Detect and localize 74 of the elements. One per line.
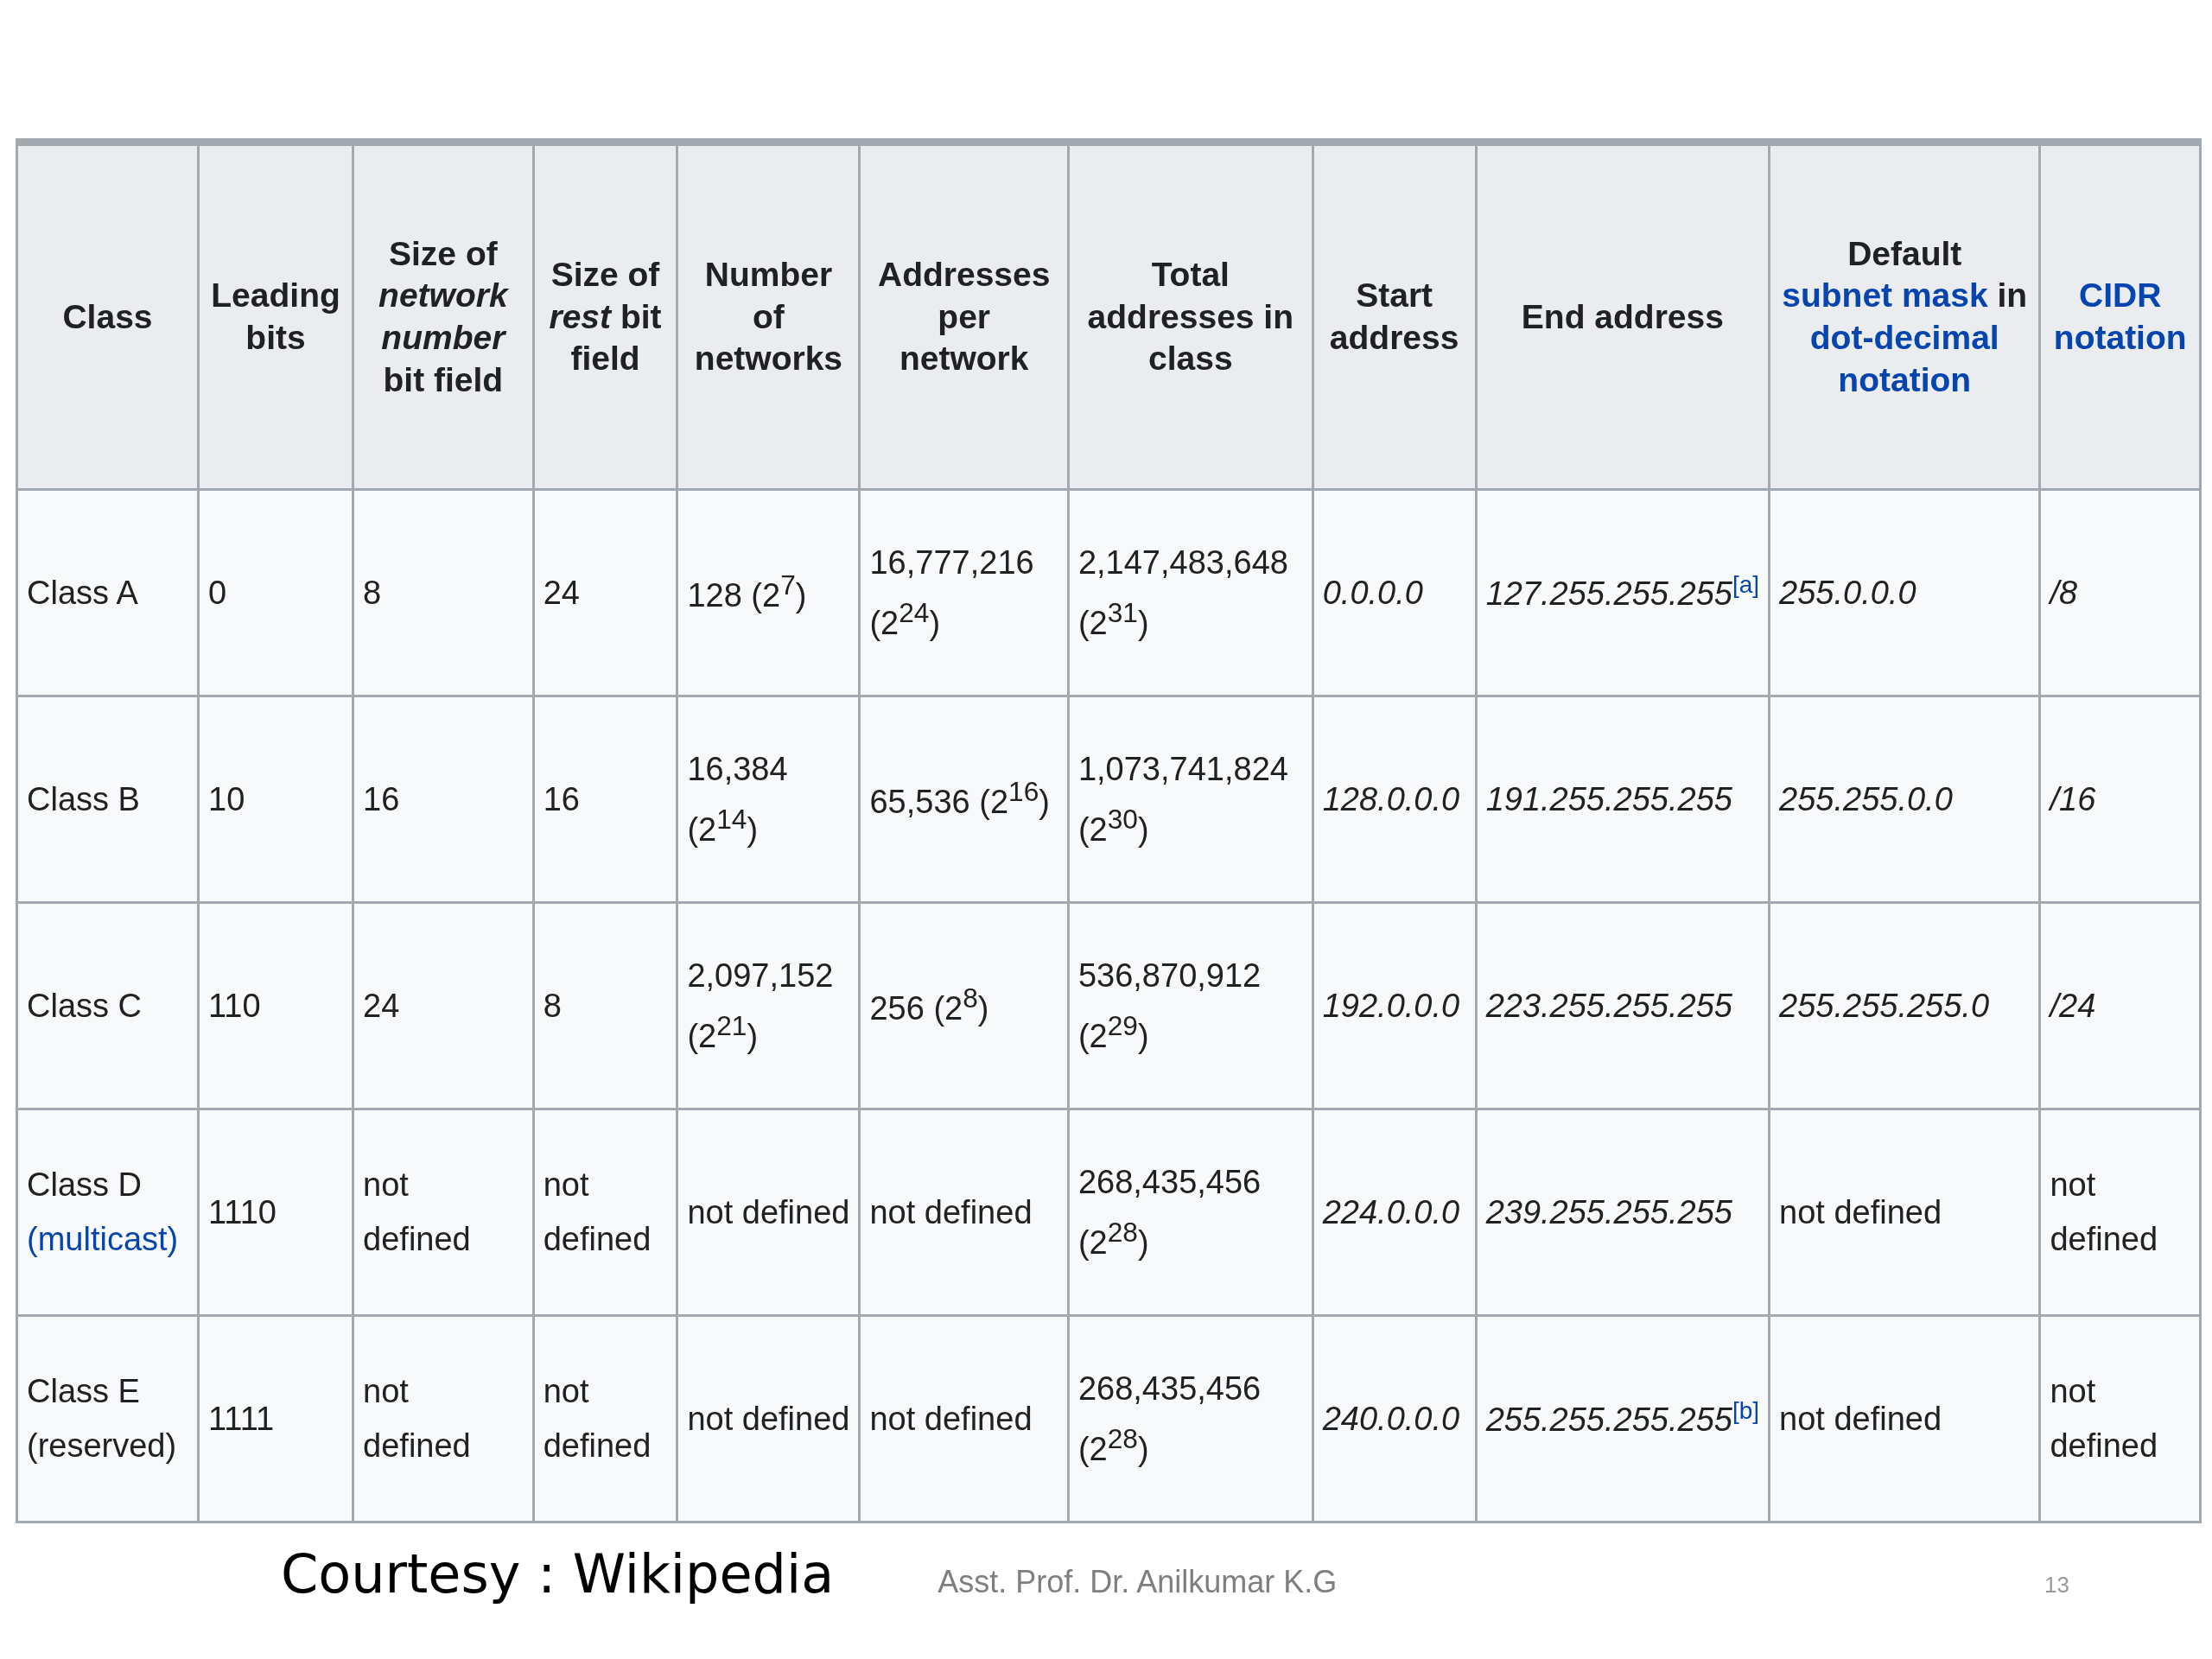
table-cell: Class A (16, 489, 199, 696)
table-cell: 255.255.255.0 (1769, 902, 2040, 1109)
table-cell: not defined (859, 1315, 1069, 1522)
table-cell: 268,435,456 (2$^{28}$) (1068, 1109, 1313, 1316)
table-cell: 255.255.255.255$^{[b]}$ (1476, 1315, 1770, 1522)
link[interactable]: CIDR notation (2050, 275, 2190, 359)
table-cell: 268,435,456 (2$^{28}$) (1068, 1315, 1313, 1522)
table-cell: /16 (2039, 696, 2201, 903)
table-cell: 239.255.255.255 (1476, 1109, 1770, 1316)
table-cell: Class D (multicast) (16, 1109, 199, 1316)
column-header: Leading bits (198, 144, 353, 490)
footnote-link[interactable]: [b] (1732, 1396, 1760, 1424)
link[interactable]: subnet mask (1782, 275, 1988, 317)
table-cell: 255.255.0.0 (1769, 696, 2040, 903)
author-text: Asst. Prof. Dr. Anilkumar K.G (938, 1564, 1338, 1600)
table-cell: 8 (353, 489, 534, 696)
page-number: 13 (2044, 1572, 2069, 1599)
table-cell: 256 (2$^{8}$) (859, 902, 1069, 1109)
courtesy-text: Courtesy : Wikipedia (281, 1542, 835, 1605)
table-cell: not defined (533, 1315, 677, 1522)
table-cell: 223.255.255.255 (1476, 902, 1770, 1109)
table-cell: not defined (353, 1109, 534, 1316)
table-cell: 16,777,216 (2$^{24}$) (859, 489, 1069, 696)
table-cell: 16,384 (2$^{14}$) (677, 696, 860, 903)
table-cell: 65,536 (2$^{16}$) (859, 696, 1069, 903)
column-header: Start address (1313, 144, 1477, 490)
table-cell: not defined (2039, 1109, 2201, 1316)
table-cell: 255.0.0.0 (1769, 489, 2040, 696)
table-cell: 192.0.0.0 (1313, 902, 1477, 1109)
column-header: Default subnet mask in dot-decimal notation (1769, 144, 2040, 490)
table-cell: 16 (533, 696, 677, 903)
table-cell: Class E (reserved) (16, 1315, 199, 1522)
table-cell: /24 (2039, 902, 2201, 1109)
table-cell: not defined (677, 1109, 860, 1316)
table-cell: 128 (2$^{7}$) (677, 489, 860, 696)
column-header: Number of networks (677, 144, 860, 490)
table-cell: not defined (1769, 1109, 2040, 1316)
table-cell: 1110 (198, 1109, 353, 1316)
table-cell: 0.0.0.0 (1313, 489, 1477, 696)
table-cell: 2,147,483,648 (2$^{31}$) (1068, 489, 1313, 696)
column-header: Total addresses in class (1068, 144, 1313, 490)
footnote-link[interactable]: [a] (1732, 570, 1760, 598)
table-cell: not defined (353, 1315, 534, 1522)
table-cell: not defined (677, 1315, 860, 1522)
table-cell: not defined (1769, 1315, 2040, 1522)
link[interactable]: (multicast) (27, 1221, 179, 1257)
table-cell: 191.255.255.255 (1476, 696, 1770, 903)
table-cell: 24 (353, 902, 534, 1109)
table-cell: 110 (198, 902, 353, 1109)
column-header: End address (1476, 144, 1770, 490)
table-cell: 0 (198, 489, 353, 696)
table-cell: 240.0.0.0 (1313, 1315, 1477, 1522)
table-cell: 2,097,152 (2$^{21}$) (677, 902, 860, 1109)
table-cell: 8 (533, 902, 677, 1109)
table-cell: 224.0.0.0 (1313, 1109, 1477, 1316)
table-cell: 16 (353, 696, 534, 903)
table-cell: 127.255.255.255$^{[a]}$ (1476, 489, 1770, 696)
table-cell: 128.0.0.0 (1313, 696, 1477, 903)
link[interactable]: dot-decimal notation (1779, 317, 2031, 402)
table-cell: 1,073,741,824 (2$^{30}$) (1068, 696, 1313, 903)
column-header: Class (16, 144, 199, 490)
table-cell: 24 (533, 489, 677, 696)
table-cell: 10 (198, 696, 353, 903)
table-cell: 1111 (198, 1315, 353, 1522)
table-cell: Class C (16, 902, 199, 1109)
table-cell: not defined (2039, 1315, 2201, 1522)
column-header: Size of rest bit field (533, 144, 677, 490)
table-cell: /8 (2039, 489, 2201, 696)
column-header: Size of network number bit field (353, 144, 534, 490)
table-cell: 536,870,912 (2$^{29}$) (1068, 902, 1313, 1109)
table-cell: not defined (533, 1109, 677, 1316)
column-header: Addresses per network (859, 144, 1069, 490)
table-cell: not defined (859, 1109, 1069, 1316)
table-cell: Class B (16, 696, 199, 903)
